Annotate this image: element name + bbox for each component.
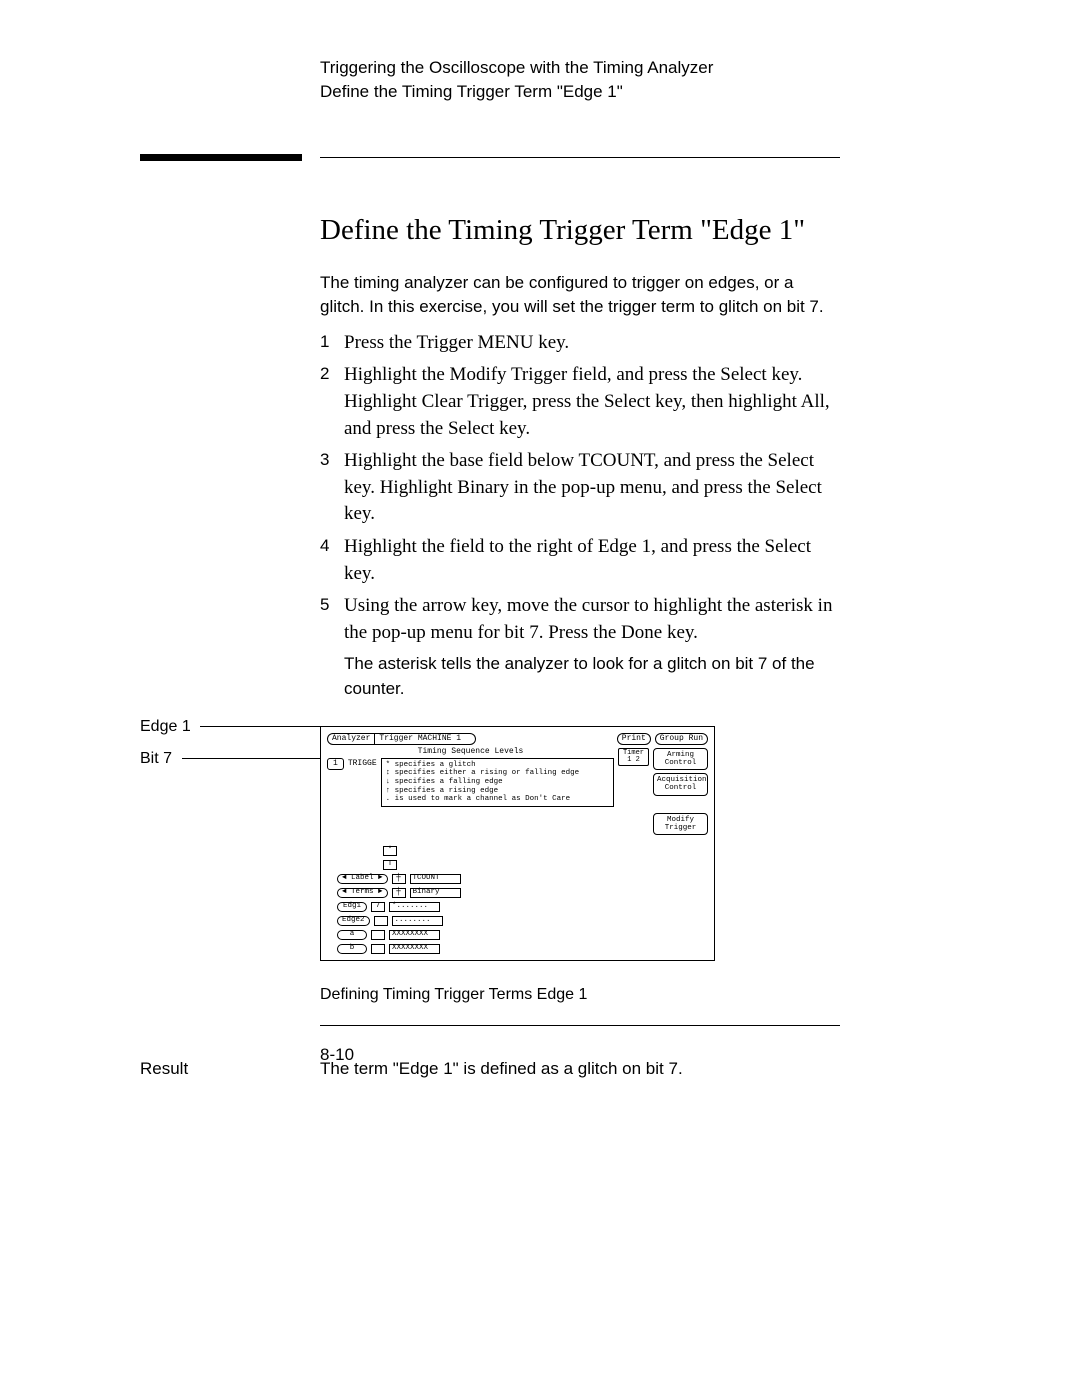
callout-edge1: Edge 1 (140, 718, 191, 736)
step-item: Highlight the Modify Trigger field, and … (320, 362, 840, 442)
step-item: Highlight the field to the right of Edge… (320, 534, 840, 587)
tree-node-icon: ┼ (392, 888, 406, 898)
tree-node-icon (371, 930, 385, 940)
modify-trigger-button: Modify Trigger (653, 813, 708, 836)
trigger-machine-button: Trigger MACHINE 1 (375, 733, 476, 745)
sequence-levels-area: Timing Sequence Levels 1 TRIGGE * specif… (327, 748, 614, 807)
spec-line: ↕ specifies either a rising or falling e… (386, 769, 609, 778)
label-value: TCOUNT (410, 874, 461, 884)
step-item: Press the Trigger MENU key. (320, 330, 840, 357)
step-note: The asterisk tells the analyzer to look … (344, 652, 840, 701)
sequence-number: 1 (327, 758, 344, 770)
term-a-value: XXXXXXXX (389, 930, 440, 940)
timer-box: Timer 1 2 (618, 748, 649, 766)
right-button-stack: Arming Control Acquisition Control Modif… (653, 748, 708, 836)
edge1-bit: 7 (371, 902, 385, 912)
page-number: 8-10 (320, 1045, 354, 1065)
header-rule-bar (140, 154, 302, 161)
document-page: Triggering the Oscilloscope with the Tim… (0, 0, 1080, 1397)
analyzer-figure: Analyzer Trigger MACHINE 1 Print Group R… (320, 726, 715, 961)
figure-top-left-group: Analyzer Trigger MACHINE 1 (327, 733, 476, 745)
sequence-title: Timing Sequence Levels (327, 748, 614, 758)
label-row: ◄ Label ► ┼ TCOUNT (337, 873, 708, 885)
spec-line: ↓ specifies a falling edge (386, 778, 609, 787)
running-header: Triggering the Oscilloscope with the Tim… (320, 56, 840, 104)
acquisition-control-button: Acquisition Control (653, 773, 708, 796)
result-text: The term "Edge 1" is defined as a glitch… (320, 1059, 683, 1079)
step-item: Highlight the base field below TCOUNT, a… (320, 448, 840, 528)
col-t: T (383, 860, 397, 870)
edge1-value: *....... (389, 902, 440, 912)
tree-node-icon (374, 916, 388, 926)
spec-box: * specifies a glitch ↕ specifies either … (381, 758, 614, 807)
intro-paragraph: The timing analyzer can be configured to… (320, 271, 840, 320)
spec-line: . is used to mark a channel as Don't Car… (386, 795, 609, 804)
figure-subheader: Timing Sequence Levels 1 TRIGGE * specif… (327, 748, 708, 836)
terms-row: ◄ Terms ► ┼ Binary (337, 887, 708, 899)
callout-bit7: Bit 7 (140, 750, 172, 768)
term-b-row: b XXXXXXXX (337, 943, 708, 955)
term-a-name: a (337, 930, 367, 940)
steps-list: Press the Trigger MENU key. Highlight th… (320, 330, 840, 647)
edge2-value: ........ (392, 916, 443, 926)
analyzer-button: Analyzer (327, 733, 375, 745)
sequence-row: 1 TRIGGE * specifies a glitch ↕ specifie… (327, 758, 614, 807)
column-marker-row: * (383, 845, 708, 857)
column-marker-row-t: T (383, 859, 708, 871)
section-title: Define the Timing Trigger Term "Edge 1" (320, 214, 840, 247)
edge1-row: Edg1 7 *....... (337, 901, 708, 913)
term-b-name: b (337, 944, 367, 954)
tree-node-icon (371, 944, 385, 954)
terms-rows-area: * T ◄ Label ► ┼ TCOUNT ◄ Terms ► ┼ Binar… (327, 845, 708, 955)
label-button: ◄ Label ► (337, 874, 388, 884)
terms-rows: * T ◄ Label ► ┼ TCOUNT ◄ Terms ► ┼ Binar… (337, 845, 708, 955)
print-button: Print (617, 733, 651, 745)
figure-top-right-group: Print Group Run (617, 733, 708, 745)
header-rule-line (320, 157, 840, 158)
spec-line: ↑ specifies a rising edge (386, 787, 609, 796)
figure-caption: Defining Timing Trigger Terms Edge 1 (320, 986, 840, 1004)
sequence-label: TRIGGE (348, 758, 377, 768)
figure-topbar: Analyzer Trigger MACHINE 1 Print Group R… (327, 733, 708, 745)
result-label: Result (140, 1059, 320, 1079)
col-star: * (383, 846, 397, 856)
result-row: Result The term "Edge 1" is defined as a… (140, 1059, 840, 1079)
edge1-name: Edg1 (337, 902, 367, 912)
edge2-name: Edge2 (337, 916, 370, 926)
terms-value: Binary (410, 888, 461, 898)
term-a-row: a XXXXXXXX (337, 929, 708, 941)
arming-control-button: Arming Control (653, 748, 708, 771)
spec-line: * specifies a glitch (386, 761, 609, 770)
step-item: Using the arrow key, move the cursor to … (320, 593, 840, 646)
running-header-line2: Define the Timing Trigger Term "Edge 1" (320, 80, 840, 104)
footer-rule-line (320, 1025, 840, 1026)
edge2-row: Edge2 ........ (337, 915, 708, 927)
figure-wrapper: Analyzer Trigger MACHINE 1 Print Group R… (320, 726, 840, 961)
terms-button: ◄ Terms ► (337, 888, 388, 898)
term-b-value: XXXXXXXX (389, 944, 440, 954)
running-header-line1: Triggering the Oscilloscope with the Tim… (320, 56, 840, 80)
group-run-button: Group Run (655, 733, 708, 745)
tree-node-icon: ┼ (392, 874, 406, 884)
